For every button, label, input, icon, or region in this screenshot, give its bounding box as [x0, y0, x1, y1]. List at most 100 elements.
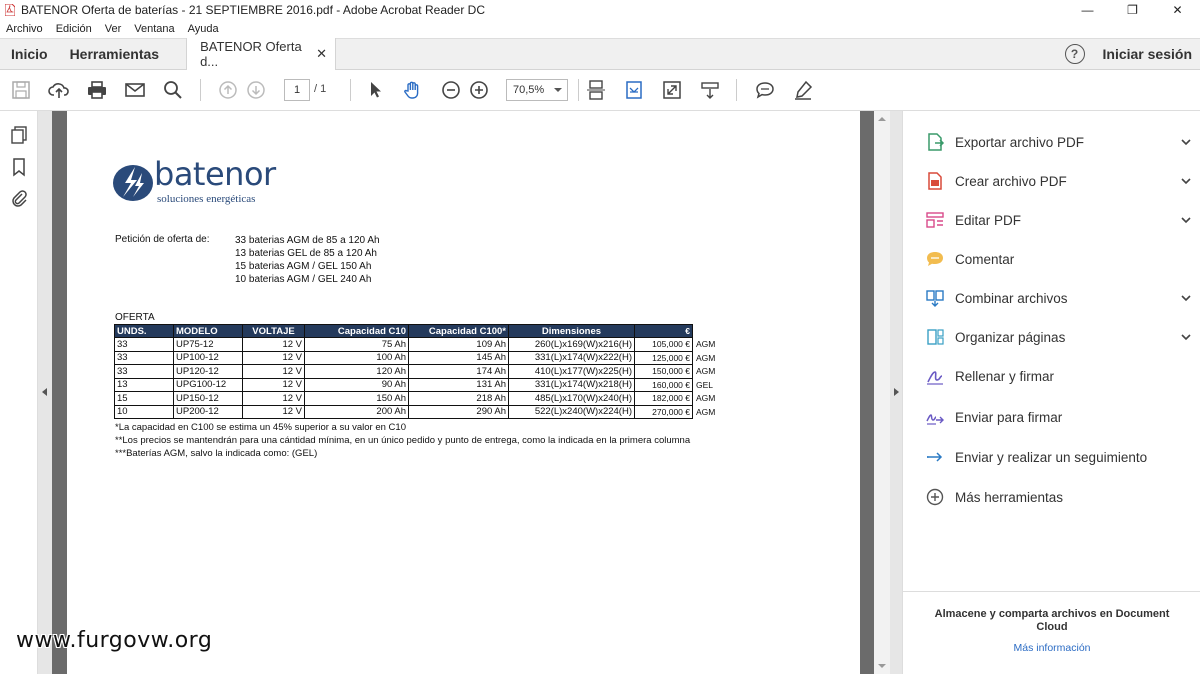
tool-item[interactable]: Enviar para firmar: [923, 405, 1193, 429]
highlight-pen-icon[interactable]: [791, 78, 815, 102]
menu-ver[interactable]: Ver: [105, 23, 122, 35]
page-up-icon[interactable]: [216, 78, 240, 102]
menu-archivo[interactable]: Archivo: [6, 23, 43, 35]
cell-precio: 105,000 €: [634, 337, 693, 352]
cell-tipo: AGM: [696, 339, 716, 350]
footnote: *La capacidad en C100 se estima un 45% s…: [115, 422, 406, 433]
menu-ventana[interactable]: Ventana: [134, 23, 174, 35]
window-title: BATENOR Oferta de baterías - 21 SEPTIEMB…: [21, 3, 485, 17]
cell-voltaje: 12 V: [242, 404, 305, 419]
cell-c100: 145 Ah: [408, 350, 509, 365]
title-bar: BATENOR Oferta de baterías - 21 SEPTIEMB…: [0, 0, 1200, 20]
scroll-up-icon[interactable]: [878, 117, 886, 121]
tools-panel: Exportar archivo PDF Crear archivo PDF Edi…: [902, 111, 1200, 674]
cell-dimensiones: 410(L)x177(W)x225(H): [508, 364, 635, 379]
table-row: 33 UP75-12 12 V 75 Ah 109 Ah 260(L)x169(W)x21…: [114, 337, 721, 352]
maximize-button[interactable]: ❐: [1110, 0, 1155, 20]
chevron-down-icon[interactable]: [1179, 291, 1193, 305]
header-voltaje: VOLTAJE: [242, 324, 305, 338]
help-icon[interactable]: ?: [1064, 44, 1085, 64]
cell-c100: 131 Ah: [408, 377, 509, 392]
right-panel-toggle[interactable]: [890, 111, 902, 674]
chevron-down-icon[interactable]: [1179, 213, 1193, 227]
batenor-logo-mark-icon: [113, 165, 153, 201]
cell-tipo: AGM: [696, 366, 716, 377]
tool-item[interactable]: Exportar archivo PDF: [923, 130, 1193, 154]
fill-sign-icon: [923, 365, 947, 387]
more-tools-icon: [923, 486, 947, 508]
scroll-down-icon[interactable]: [878, 664, 886, 668]
tab-inicio[interactable]: Inicio: [0, 38, 59, 70]
cell-voltaje: 12 V: [242, 364, 305, 379]
chevron-down-icon[interactable]: [1179, 330, 1193, 344]
signin-button[interactable]: Iniciar sesión: [1103, 46, 1192, 62]
menu-ayuda[interactable]: Ayuda: [188, 23, 219, 35]
edit-pdf-icon: [923, 209, 947, 231]
cell-dimensiones: 260(L)x169(W)x216(H): [508, 337, 635, 352]
close-tab-icon[interactable]: ✕: [316, 46, 327, 62]
attachment-paperclip-icon[interactable]: [9, 189, 29, 209]
menu-edicion[interactable]: Edición: [56, 23, 92, 35]
search-icon[interactable]: [161, 78, 185, 102]
left-panel-toggle[interactable]: [38, 111, 52, 674]
save-icon[interactable]: [9, 78, 33, 102]
page-down-icon[interactable]: [244, 78, 268, 102]
fullscreen-icon[interactable]: [660, 78, 684, 102]
logo-tagline: soluciones energéticas: [157, 193, 256, 205]
minimize-button[interactable]: —: [1065, 0, 1110, 20]
toolbar: 1 / 1 70,5%: [0, 70, 1200, 111]
pdf-page: batenor soluciones energéticas Petición …: [67, 111, 860, 674]
fit-width-icon[interactable]: [622, 78, 646, 102]
tab-herramientas[interactable]: Herramientas: [59, 38, 171, 70]
left-rail: [0, 111, 38, 674]
tool-label: Enviar para firmar: [955, 409, 1063, 425]
cell-modelo: UP75-12: [173, 337, 243, 352]
cell-c10: 90 Ah: [304, 377, 409, 392]
request-item: 15 baterias AGM / GEL 150 Ah: [235, 261, 372, 272]
page-thumbnails-icon[interactable]: [9, 125, 29, 145]
document-viewport[interactable]: batenor soluciones energéticas Petición …: [52, 111, 874, 674]
cell-modelo: UPG100-12: [173, 377, 243, 392]
tool-item[interactable]: Organizar páginas: [923, 325, 1193, 349]
cell-tipo: AGM: [696, 352, 716, 363]
zoom-out-icon[interactable]: [439, 78, 463, 102]
header-unds: UNDS.: [114, 324, 174, 338]
fit-page-icon[interactable]: [584, 78, 608, 102]
menu-bar: Archivo Edición Ver Ventana Ayuda: [0, 20, 1200, 38]
zoom-in-icon[interactable]: [467, 78, 491, 102]
scroll-mode-icon[interactable]: [698, 78, 722, 102]
zoom-level-value: 70,5%: [513, 84, 545, 96]
tool-item[interactable]: Enviar y realizar un seguimiento: [923, 445, 1193, 469]
document-cloud-promo: Almacene y comparta archivos en Document…: [903, 591, 1200, 654]
more-info-link[interactable]: Más información: [903, 642, 1200, 654]
hand-tool-icon[interactable]: [401, 78, 425, 102]
tool-item[interactable]: Combinar archivos: [923, 286, 1193, 310]
zoom-level-select[interactable]: 70,5%: [506, 79, 568, 101]
print-icon[interactable]: [85, 78, 109, 102]
close-window-button[interactable]: ✕: [1155, 0, 1200, 20]
chevron-down-icon[interactable]: [1179, 135, 1193, 149]
cell-voltaje: 12 V: [242, 337, 305, 352]
upload-cloud-icon[interactable]: [47, 78, 71, 102]
email-icon[interactable]: [123, 78, 147, 102]
select-cursor-icon[interactable]: [363, 78, 387, 102]
cell-unds: 15: [114, 391, 174, 406]
tool-item[interactable]: Comentar: [923, 247, 1193, 271]
cell-unds: 10: [114, 404, 174, 419]
bookmark-icon[interactable]: [9, 157, 29, 177]
tool-item[interactable]: Editar PDF: [923, 208, 1193, 232]
request-item: 33 baterias AGM de 85 a 120 Ah: [235, 235, 380, 246]
tab-document[interactable]: BATENOR Oferta d... ✕: [186, 38, 337, 70]
cell-voltaje: 12 V: [242, 350, 305, 365]
page-number-input[interactable]: 1: [284, 79, 310, 101]
cell-precio: 160,000 €: [634, 377, 693, 392]
header-dimensiones: Dimensiones: [508, 324, 635, 338]
request-label: Petición de oferta de:: [115, 234, 210, 245]
tool-item[interactable]: Más herramientas: [923, 485, 1193, 509]
tool-item[interactable]: Crear archivo PDF: [923, 169, 1193, 193]
tool-item[interactable]: Rellenar y firmar: [923, 364, 1193, 388]
chevron-down-icon[interactable]: [1179, 174, 1193, 188]
vertical-scrollbar[interactable]: [874, 111, 890, 674]
cell-c100: 109 Ah: [408, 337, 509, 352]
comment-icon[interactable]: [753, 78, 777, 102]
